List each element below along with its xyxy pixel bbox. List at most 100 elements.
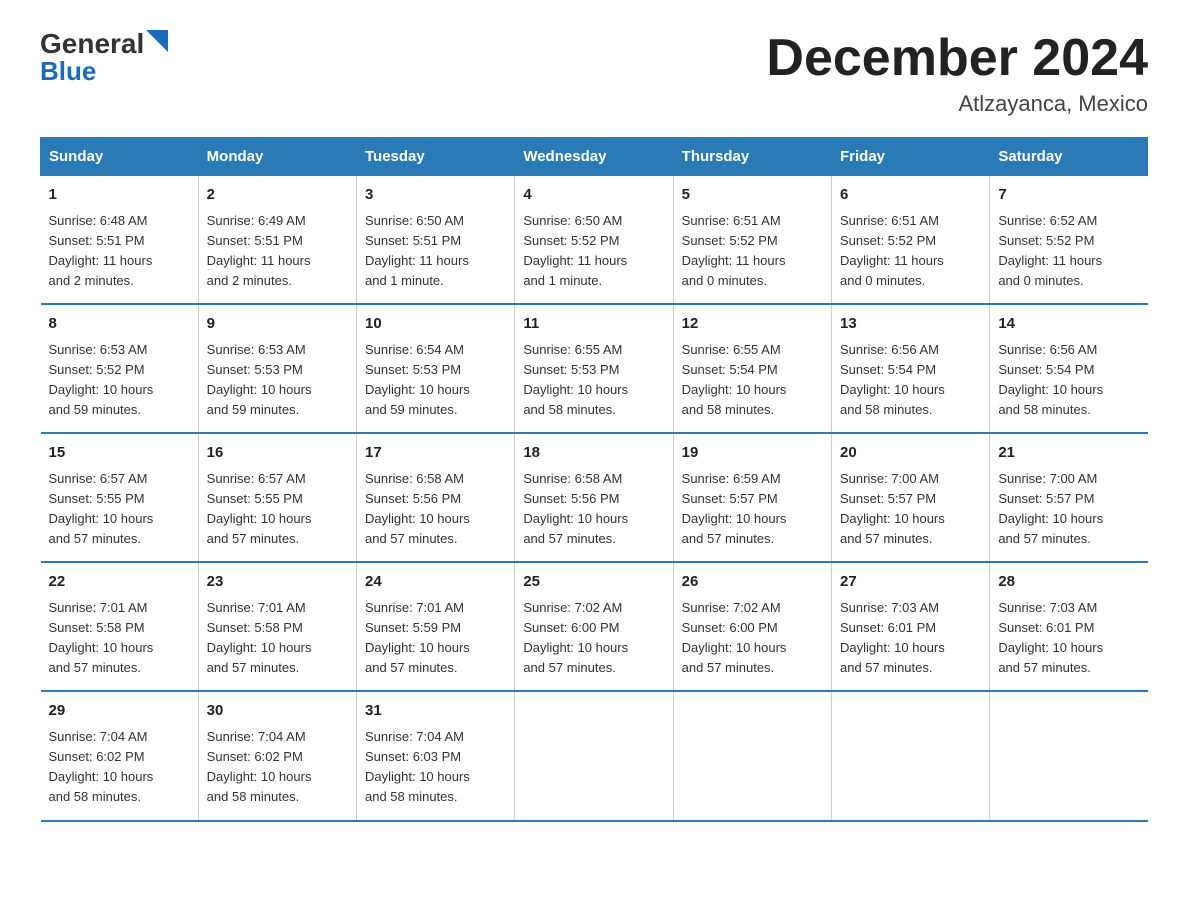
day-number: 21 — [998, 442, 1139, 465]
calendar-location: Atlzayanca, Mexico — [766, 91, 1148, 117]
day-number: 7 — [998, 184, 1139, 207]
day-number: 9 — [207, 313, 348, 336]
calendar-cell-w5-d3: 31 Sunrise: 7:04 AM Sunset: 6:03 PM Dayli… — [357, 691, 515, 820]
calendar-cell-w1-d1: 1 Sunrise: 6:48 AM Sunset: 5:51 PM Daylig… — [41, 176, 199, 305]
day-info: Sunrise: 6:55 AM Sunset: 5:54 PM Dayligh… — [682, 340, 823, 421]
calendar-cell-w2-d2: 9Sunrise: 6:53 AM Sunset: 5:53 PM Daylig… — [198, 304, 356, 433]
day-number: 12 — [682, 313, 823, 336]
day-number: 1 — [49, 184, 190, 207]
day-info: Sunrise: 6:57 AM Sunset: 5:55 PM Dayligh… — [207, 469, 348, 550]
day-info: Sunrise: 6:48 AM Sunset: 5:51 PM Dayligh… — [49, 211, 190, 292]
page-header: General Blue December 2024 Atlzayanca, M… — [40, 30, 1148, 117]
day-number: 25 — [523, 571, 664, 594]
calendar-cell-w1-d7: 7 Sunrise: 6:52 AM Sunset: 5:52 PM Daylig… — [990, 176, 1148, 305]
header-monday: Monday — [198, 138, 356, 176]
calendar-cell-w2-d4: 11Sunrise: 6:55 AM Sunset: 5:53 PM Dayli… — [515, 304, 673, 433]
day-info: Sunrise: 7:03 AM Sunset: 6:01 PM Dayligh… — [840, 598, 981, 679]
calendar-cell-w5-d7 — [990, 691, 1148, 820]
calendar-cell-w4-d2: 23Sunrise: 7:01 AM Sunset: 5:58 PM Dayli… — [198, 562, 356, 691]
day-info: Sunrise: 6:58 AM Sunset: 5:56 PM Dayligh… — [365, 469, 506, 550]
day-info: Sunrise: 7:02 AM Sunset: 6:00 PM Dayligh… — [523, 598, 664, 679]
calendar-cell-w4-d4: 25 Sunrise: 7:02 AM Sunset: 6:00 PM Dayli… — [515, 562, 673, 691]
calendar-table: Sunday Monday Tuesday Wednesday Thursday… — [40, 137, 1148, 821]
calendar-cell-w5-d1: 29Sunrise: 7:04 AM Sunset: 6:02 PM Dayli… — [41, 691, 199, 820]
calendar-cell-w4-d3: 24 Sunrise: 7:01 AM Sunset: 5:59 PM Dayli… — [357, 562, 515, 691]
day-info: Sunrise: 7:04 AM Sunset: 6:03 PM Dayligh… — [365, 727, 506, 808]
day-number: 29 — [49, 700, 190, 723]
day-info: Sunrise: 7:03 AM Sunset: 6:01 PM Dayligh… — [998, 598, 1139, 679]
calendar-cell-w1-d5: 5 Sunrise: 6:51 AM Sunset: 5:52 PM Daylig… — [673, 176, 831, 305]
day-number: 6 — [840, 184, 981, 207]
calendar-cell-w1-d6: 6 Sunrise: 6:51 AM Sunset: 5:52 PM Daylig… — [831, 176, 989, 305]
calendar-cell-w3-d3: 17 Sunrise: 6:58 AM Sunset: 5:56 PM Dayli… — [357, 433, 515, 562]
day-info: Sunrise: 6:55 AM Sunset: 5:53 PM Dayligh… — [523, 340, 664, 421]
calendar-cell-w3-d5: 19 Sunrise: 6:59 AM Sunset: 5:57 PM Dayli… — [673, 433, 831, 562]
day-number: 27 — [840, 571, 981, 594]
day-number: 26 — [682, 571, 823, 594]
day-info: Sunrise: 6:50 AM Sunset: 5:52 PM Dayligh… — [523, 211, 664, 292]
day-number: 8 — [49, 313, 190, 336]
calendar-cell-w3-d6: 20 Sunrise: 7:00 AM Sunset: 5:57 PM Dayli… — [831, 433, 989, 562]
day-number: 4 — [523, 184, 664, 207]
calendar-cell-w2-d6: 13 Sunrise: 6:56 AM Sunset: 5:54 PM Dayli… — [831, 304, 989, 433]
day-info: Sunrise: 6:57 AM Sunset: 5:55 PM Dayligh… — [49, 469, 190, 550]
day-number: 14 — [998, 313, 1139, 336]
title-block: December 2024 Atlzayanca, Mexico — [766, 30, 1148, 117]
calendar-cell-w1-d3: 3 Sunrise: 6:50 AM Sunset: 5:51 PM Daylig… — [357, 176, 515, 305]
calendar-cell-w3-d4: 18Sunrise: 6:58 AM Sunset: 5:56 PM Dayli… — [515, 433, 673, 562]
day-number: 19 — [682, 442, 823, 465]
day-number: 13 — [840, 313, 981, 336]
calendar-cell-w2-d1: 8Sunrise: 6:53 AM Sunset: 5:52 PM Daylig… — [41, 304, 199, 433]
day-number: 28 — [998, 571, 1139, 594]
header-tuesday: Tuesday — [357, 138, 515, 176]
calendar-cell-w3-d1: 15 Sunrise: 6:57 AM Sunset: 5:55 PM Dayli… — [41, 433, 199, 562]
calendar-week-4: 22Sunrise: 7:01 AM Sunset: 5:58 PM Dayli… — [41, 562, 1148, 691]
calendar-cell-w4-d1: 22Sunrise: 7:01 AM Sunset: 5:58 PM Dayli… — [41, 562, 199, 691]
calendar-cell-w2-d7: 14 Sunrise: 6:56 AM Sunset: 5:54 PM Dayli… — [990, 304, 1148, 433]
day-info: Sunrise: 6:50 AM Sunset: 5:51 PM Dayligh… — [365, 211, 506, 292]
day-info: Sunrise: 6:56 AM Sunset: 5:54 PM Dayligh… — [840, 340, 981, 421]
day-info: Sunrise: 7:04 AM Sunset: 6:02 PM Dayligh… — [207, 727, 348, 808]
header-wednesday: Wednesday — [515, 138, 673, 176]
calendar-cell-w1-d4: 4 Sunrise: 6:50 AM Sunset: 5:52 PM Daylig… — [515, 176, 673, 305]
calendar-cell-w4-d7: 28 Sunrise: 7:03 AM Sunset: 6:01 PM Dayli… — [990, 562, 1148, 691]
day-number: 31 — [365, 700, 506, 723]
day-info: Sunrise: 7:01 AM Sunset: 5:58 PM Dayligh… — [49, 598, 190, 679]
day-number: 10 — [365, 313, 506, 336]
day-info: Sunrise: 7:01 AM Sunset: 5:58 PM Dayligh… — [207, 598, 348, 679]
calendar-header-row: Sunday Monday Tuesday Wednesday Thursday… — [41, 138, 1148, 176]
day-number: 15 — [49, 442, 190, 465]
day-number: 20 — [840, 442, 981, 465]
calendar-week-5: 29 Sunrise: 7:04 AM Sunset: 6:02 PM Dayli… — [41, 691, 1148, 820]
day-info: Sunrise: 6:51 AM Sunset: 5:52 PM Dayligh… — [682, 211, 823, 292]
calendar-week-2: 8Sunrise: 6:53 AM Sunset: 5:52 PM Daylig… — [41, 304, 1148, 433]
calendar-cell-w2-d3: 10Sunrise: 6:54 AM Sunset: 5:53 PM Dayli… — [357, 304, 515, 433]
calendar-cell-w1-d2: 2Sunrise: 6:49 AM Sunset: 5:51 PM Daylig… — [198, 176, 356, 305]
day-info: Sunrise: 7:00 AM Sunset: 5:57 PM Dayligh… — [840, 469, 981, 550]
day-number: 16 — [207, 442, 348, 465]
calendar-cell-w5-d4 — [515, 691, 673, 820]
day-number: 18 — [523, 442, 664, 465]
calendar-cell-w3-d2: 16 Sunrise: 6:57 AM Sunset: 5:55 PM Dayli… — [198, 433, 356, 562]
header-thursday: Thursday — [673, 138, 831, 176]
day-info: Sunrise: 7:01 AM Sunset: 5:59 PM Dayligh… — [365, 598, 506, 679]
calendar-title: December 2024 — [766, 30, 1148, 87]
day-number: 2 — [207, 184, 348, 207]
day-info: Sunrise: 6:56 AM Sunset: 5:54 PM Dayligh… — [998, 340, 1139, 421]
header-friday: Friday — [831, 138, 989, 176]
calendar-cell-w4-d5: 26 Sunrise: 7:02 AM Sunset: 6:00 PM Dayli… — [673, 562, 831, 691]
logo-text-general: General — [40, 30, 144, 58]
calendar-week-3: 15 Sunrise: 6:57 AM Sunset: 5:55 PM Dayli… — [41, 433, 1148, 562]
calendar-cell-w5-d2: 30Sunrise: 7:04 AM Sunset: 6:02 PM Dayli… — [198, 691, 356, 820]
day-number: 3 — [365, 184, 506, 207]
header-sunday: Sunday — [41, 138, 199, 176]
day-number: 17 — [365, 442, 506, 465]
day-info: Sunrise: 6:59 AM Sunset: 5:57 PM Dayligh… — [682, 469, 823, 550]
day-number: 5 — [682, 184, 823, 207]
day-info: Sunrise: 7:02 AM Sunset: 6:00 PM Dayligh… — [682, 598, 823, 679]
logo-text-blue: Blue — [40, 56, 96, 87]
day-number: 24 — [365, 571, 506, 594]
day-info: Sunrise: 6:52 AM Sunset: 5:52 PM Dayligh… — [998, 211, 1139, 292]
calendar-cell-w5-d5 — [673, 691, 831, 820]
day-info: Sunrise: 6:51 AM Sunset: 5:52 PM Dayligh… — [840, 211, 981, 292]
